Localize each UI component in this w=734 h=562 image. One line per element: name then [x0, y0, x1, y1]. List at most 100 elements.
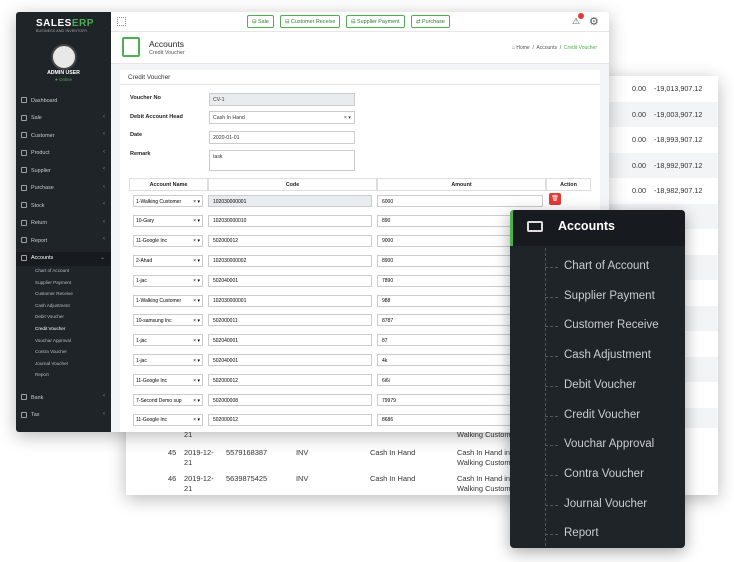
breadcrumb: ⌂ Home / Accounts / Credit Voucher	[511, 45, 597, 51]
sidebar-subitem[interactable]: Debit Voucher	[35, 314, 64, 319]
sidebar-item-customer[interactable]: Customer ‹	[16, 129, 111, 143]
accounts-menu-item[interactable]: Contra Voucher	[545, 468, 685, 480]
sidebar-item-report[interactable]: Report ‹	[16, 234, 111, 248]
chevron-down-icon[interactable]: × ▾	[193, 258, 200, 265]
account-select[interactable]: 1-jac × ▾	[133, 334, 203, 347]
sidebar-subitem[interactable]: Contra Voucher	[35, 349, 67, 354]
account-select[interactable]: 1-jac × ▾	[133, 274, 203, 287]
sidebar-item-label: Supplier	[31, 167, 51, 174]
code-field[interactable]: 502000012	[208, 374, 372, 387]
sidebar-subitem[interactable]: Chart of Account	[35, 268, 69, 273]
grid-menu-icon[interactable]	[117, 17, 126, 26]
sidebar-subitem[interactable]: Credit Voucher	[35, 326, 65, 331]
sidebar-item-dashboard[interactable]: Dashboard	[16, 94, 111, 108]
chevron-down-icon[interactable]: × ▾	[193, 377, 200, 384]
quick-customer-receive-button[interactable]: ⊟ Customer Receive	[280, 15, 341, 28]
account-select[interactable]: 11-Google Inc × ▾	[133, 374, 203, 387]
sidebar-item-accounts[interactable]: Accounts ⌄	[16, 251, 111, 266]
divider	[120, 84, 600, 85]
sidebar-item-return[interactable]: Return ‹	[16, 217, 111, 231]
sidebar-item-product[interactable]: Product ‹	[16, 147, 111, 161]
account-select[interactable]: 11-Google Inc × ▾	[133, 234, 203, 247]
code-field[interactable]: 502000008	[208, 394, 372, 406]
sidebar-subitem[interactable]: Customer Receive	[35, 291, 73, 296]
amount-field[interactable]: 6000	[377, 195, 543, 207]
gear-icon[interactable]: ⚙	[589, 15, 599, 28]
nav-icon	[21, 167, 27, 173]
ledger-date: 21	[184, 458, 193, 467]
code-field[interactable]: 502040001	[208, 334, 372, 347]
account-value: 1-jac	[136, 357, 147, 364]
voucher-no-field: CV-1	[209, 93, 355, 106]
sidebar-item-tax[interactable]: Tax ‹	[16, 409, 111, 423]
chevron-icon: ‹	[103, 410, 105, 417]
ledger-head: Cash In Hand	[370, 474, 416, 483]
account-select[interactable]: 7-Second Demo sup × ▾	[133, 394, 203, 406]
remark-field[interactable]: task	[209, 150, 355, 171]
quick-purchase-button[interactable]: ⇄ Purchase	[411, 15, 450, 28]
accounts-menu-item[interactable]: Credit Voucher	[545, 409, 685, 421]
chevron-down-icon[interactable]: × ▾	[193, 397, 200, 404]
code-field[interactable]: 502000012	[208, 413, 372, 426]
chevron-down-icon[interactable]: × ▾	[193, 317, 200, 324]
accounts-menu-item[interactable]: Debit Voucher	[545, 379, 685, 391]
code-field[interactable]: 102030000001	[208, 294, 372, 307]
accounts-menu-item[interactable]: Supplier Payment	[545, 290, 685, 302]
sidebar-subitem[interactable]: Vouchar Approval	[35, 338, 71, 343]
ledger-no: 45	[168, 448, 177, 457]
chevron-down-icon[interactable]: × ▾	[193, 218, 200, 225]
chevron-down-icon[interactable]: × ▾	[193, 357, 200, 364]
chevron-down-icon[interactable]: × ▾	[344, 115, 351, 121]
chevron-down-icon[interactable]: × ▾	[193, 337, 200, 344]
accounts-menu-item[interactable]: Cash Adjustment	[545, 349, 685, 361]
account-select[interactable]: 10-samsung Inc × ▾	[133, 314, 203, 327]
code-field[interactable]: 102030000001	[208, 195, 372, 207]
code-field[interactable]: 102030000002	[208, 254, 372, 267]
accounts-menu-item[interactable]: Customer Receive	[545, 319, 685, 331]
sidebar-item-purchase[interactable]: Purchase ‹	[16, 182, 111, 196]
sidebar-subitem[interactable]: Cash Adjustment	[35, 303, 70, 308]
chevron-down-icon[interactable]: × ▾	[193, 238, 200, 245]
account-select[interactable]: 11-Google Inc × ▾	[133, 413, 203, 426]
code-field[interactable]: 502000011	[208, 314, 372, 327]
chevron-down-icon[interactable]: × ▾	[193, 278, 200, 285]
account-select[interactable]: 2-Ahad × ▾	[133, 254, 203, 267]
sidebar-subitem[interactable]: Supplier Payment	[35, 280, 71, 285]
accounts-menu-item[interactable]: Chart of Account	[545, 260, 685, 272]
code-field[interactable]: 502000012	[208, 234, 372, 247]
breadcrumb-home[interactable]: ⌂ Home	[512, 45, 530, 51]
account-select[interactable]: 1-Walking Customer × ▾	[133, 195, 203, 207]
code-field[interactable]: 102030000010	[208, 214, 372, 227]
chevron-down-icon[interactable]: × ▾	[193, 198, 200, 205]
avatar[interactable]	[51, 44, 77, 70]
debit-head-select[interactable]: Cash In Hand × ▾	[209, 111, 355, 124]
sidebar-item-supplier[interactable]: Supplier ‹	[16, 164, 111, 178]
account-select[interactable]: 1-Walking Customer × ▾	[133, 294, 203, 307]
sidebar-subitem[interactable]: Report	[35, 372, 49, 377]
ledger-voucher: 5579168387	[226, 448, 268, 457]
account-select[interactable]: 1-jac × ▾	[133, 354, 203, 367]
accounts-menu-item[interactable]: Vouchar Approval	[545, 438, 685, 450]
sidebar-item-bank[interactable]: Bank ‹	[16, 391, 111, 405]
chevron-down-icon[interactable]: × ▾	[193, 417, 200, 424]
sidebar-item-sale[interactable]: Sale ‹	[16, 112, 111, 126]
account-select[interactable]: 10-Gary × ▾	[133, 214, 203, 227]
accounts-menu-header[interactable]: Accounts	[510, 210, 685, 246]
code-field[interactable]: 502040001	[208, 274, 372, 287]
sidebar-item-stock[interactable]: Stock ‹	[16, 199, 111, 213]
accounts-menu-item[interactable]: Journal Voucher	[545, 498, 685, 510]
page-title: Accounts	[149, 39, 184, 49]
ledger-head: Cash In Hand	[370, 448, 416, 457]
chevron-down-icon[interactable]: × ▾	[193, 298, 200, 304]
accounts-menu-item[interactable]: Report	[545, 527, 685, 539]
code-field[interactable]: 502040001	[208, 354, 372, 367]
breadcrumb-current: Credit Voucher	[563, 45, 597, 51]
sidebar-subitem[interactable]: Journal Voucher	[35, 361, 68, 366]
col-account-name: Account Name	[129, 178, 208, 191]
date-field[interactable]: 2020-01-01	[209, 131, 355, 144]
quick-supplier-payment-button[interactable]: ⊟ Supplier Payment	[346, 15, 405, 28]
quick-sale-button[interactable]: ⊟ Sale	[247, 15, 274, 28]
chevron-icon: ‹	[103, 201, 105, 207]
app-logo[interactable]: SALESERP BUSINESS AND INVENTORY	[36, 18, 94, 33]
breadcrumb-accounts[interactable]: Accounts	[536, 45, 557, 51]
